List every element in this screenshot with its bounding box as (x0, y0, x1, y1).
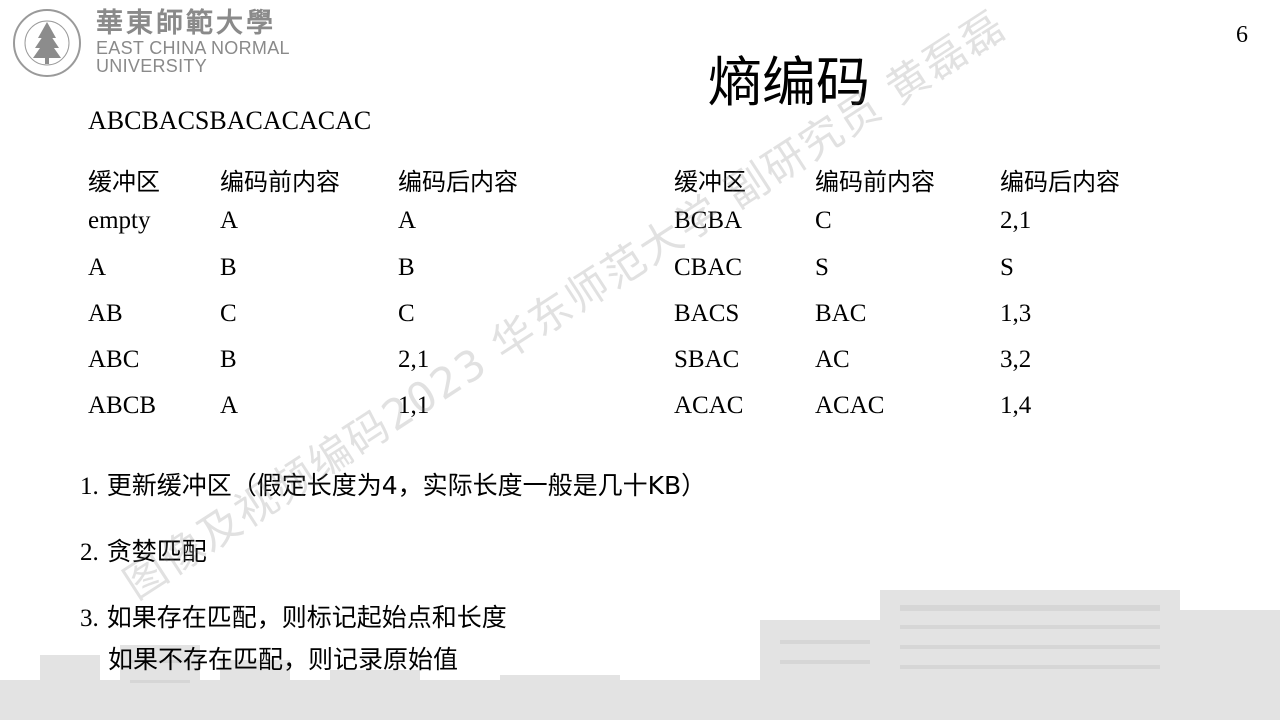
table-cell: B (398, 254, 415, 281)
table-cell: ACAC (815, 392, 885, 419)
note-number: 1. (80, 473, 99, 500)
table-cell: ABC (88, 346, 140, 373)
table-header-before: 编码前内容 (815, 168, 935, 196)
table-cell: ACAC (674, 392, 744, 419)
input-sequence: ABCBACSBACACACAC (88, 106, 372, 135)
table-cell: BAC (815, 300, 867, 327)
university-name-en-line2: UNIVERSITY (96, 56, 208, 76)
table-header-after: 编码后内容 (1000, 168, 1120, 196)
table-cell: A (398, 207, 417, 234)
table-cell: B (220, 254, 237, 281)
university-seal-logo (13, 9, 81, 77)
note-item: 如果不存在匹配，则记录原始值 (108, 640, 458, 676)
table-cell: 2,1 (398, 346, 430, 373)
note-number: 2. (80, 539, 99, 566)
table-cell: 1,1 (398, 392, 430, 419)
table-cell: A (220, 392, 239, 419)
table-header-before: 编码前内容 (220, 168, 340, 196)
table-cell: ABCB (88, 392, 157, 419)
note-text: 如果不存在匹配，则记录原始值 (108, 645, 459, 674)
watermark-text: 图像及视频编码2023 华东师范大学 副研究员 黄磊磊 (114, 0, 1015, 609)
university-name-block: 華東師範大學 EAST CHINA NORMAL UNIVERSITY (96, 8, 290, 76)
table-cell: C (398, 300, 415, 327)
table-cell: A (220, 207, 239, 234)
table-header-buffer: 缓冲区 (674, 168, 746, 196)
table-cell: 3,2 (1000, 346, 1032, 373)
note-text: 更新缓冲区（假定长度为4，实际长度一般是几十KB） (106, 471, 707, 500)
note-item: 1. 更新缓冲区（假定长度为4，实际长度一般是几十KB） (80, 466, 706, 502)
table-cell: AC (815, 346, 850, 373)
table-cell: CBAC (674, 254, 743, 281)
table-cell: 2,1 (1000, 207, 1032, 234)
table-cell: A (88, 254, 107, 281)
note-text: 贪婪匹配 (106, 537, 207, 566)
note-item: 2. 贪婪匹配 (80, 532, 207, 568)
university-name-en-line1: EAST CHINA NORMAL (96, 38, 290, 58)
note-number: 3. (80, 605, 99, 632)
table-cell: BCBA (674, 207, 743, 234)
table-cell: AB (88, 300, 123, 327)
table-header-buffer: 缓冲区 (88, 168, 160, 196)
slide-title: 熵编码 (708, 51, 870, 114)
page-number: 6 (1236, 22, 1248, 48)
table-cell: S (1000, 254, 1014, 281)
university-name-cn: 華東師範大學 (96, 8, 276, 39)
table-cell: 1,3 (1000, 300, 1032, 327)
table-cell: empty (88, 207, 151, 234)
table-cell: 1,4 (1000, 392, 1032, 419)
note-text: 如果存在匹配，则标记起始点和长度 (106, 603, 507, 632)
table-cell: S (815, 254, 829, 281)
note-item: 3. 如果存在匹配，则标记起始点和长度 (80, 598, 507, 634)
table-cell: BACS (674, 300, 740, 327)
table-cell: B (220, 346, 237, 373)
table-cell: C (815, 207, 832, 234)
table-header-after: 编码后内容 (398, 168, 518, 196)
table-cell: C (220, 300, 237, 327)
table-cell: SBAC (674, 346, 740, 373)
